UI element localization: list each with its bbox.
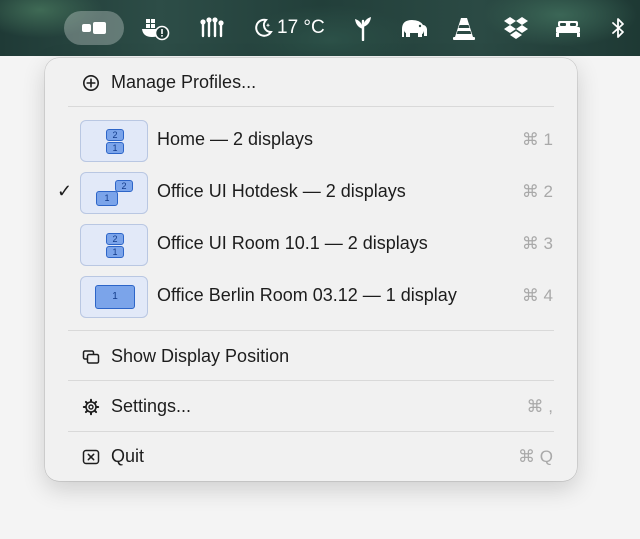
display-1: 1 xyxy=(95,285,135,309)
docker-warning-icon[interactable] xyxy=(138,0,172,56)
profile-item-home[interactable]: 2 1 Home — 2 displays ⌘ 1 xyxy=(45,116,577,168)
bluetooth-icon[interactable] xyxy=(606,0,630,56)
profile-item-office-ui-room-10-1[interactable]: 2 1 Office UI Room 10.1 — 2 displays ⌘ 3 xyxy=(45,220,577,272)
manage-profiles-label: Manage Profiles... xyxy=(111,72,257,92)
manage-profiles-item[interactable]: Manage Profiles... xyxy=(45,68,577,98)
checkmark-icon: ✓ xyxy=(57,181,73,201)
elephant-icon[interactable] xyxy=(396,0,432,56)
gear-icon xyxy=(81,397,101,417)
profile-shortcut: ⌘ 4 xyxy=(521,286,553,305)
weather-widget[interactable]: 17 °C xyxy=(252,0,326,56)
profile-shortcut: ⌘ 3 xyxy=(521,234,553,253)
weather-moon-icon xyxy=(255,18,273,37)
separator xyxy=(68,380,554,381)
weather-temperature: 17 °C xyxy=(277,17,325,38)
display-1: 1 xyxy=(106,246,124,258)
close-box-icon xyxy=(81,447,101,467)
bed-icon[interactable] xyxy=(553,0,583,56)
hand-fingers-icon[interactable] xyxy=(196,0,228,56)
profile-item-office-berlin-room-03-12[interactable]: 1 Office Berlin Room 03.12 — 1 display ⌘… xyxy=(45,272,577,324)
display-2: 2 xyxy=(106,233,124,245)
separator xyxy=(68,330,554,331)
profile-thumbnail: 2 1 xyxy=(80,224,148,266)
dropbox-icon[interactable] xyxy=(500,0,532,56)
add-circle-icon xyxy=(81,73,101,93)
profile-label: Office Berlin Room 03.12 — 1 display xyxy=(157,285,457,305)
separator xyxy=(68,106,554,107)
separator xyxy=(68,431,554,432)
display-1: 1 xyxy=(96,191,118,206)
show-display-position-label: Show Display Position xyxy=(111,346,290,366)
profile-thumbnail: 1 xyxy=(80,276,148,318)
vlc-cone-icon[interactable] xyxy=(450,0,478,56)
profile-label: Office UI Hotdesk — 2 displays xyxy=(157,181,406,201)
quit-shortcut: ⌘ Q xyxy=(518,447,553,466)
settings-item[interactable]: Settings... ⌘ , xyxy=(45,392,577,422)
profile-label: Home — 2 displays xyxy=(157,129,314,149)
menu-bar: 17 °C xyxy=(0,0,640,56)
display-1: 1 xyxy=(106,142,124,154)
display-profiles-menu: Manage Profiles... 2 1 Home — 2 displays… xyxy=(45,58,577,481)
profile-shortcut: ⌘ 2 xyxy=(521,182,553,201)
quit-label: Quit xyxy=(111,446,145,466)
display-2: 2 xyxy=(106,129,124,141)
settings-label: Settings... xyxy=(111,396,192,416)
profile-thumbnail: 2 1 xyxy=(80,172,148,214)
profile-thumbnail: 2 1 xyxy=(80,120,148,162)
quit-item[interactable]: Quit ⌘ Q xyxy=(45,442,577,472)
profile-shortcut: ⌘ 1 xyxy=(521,130,553,149)
display-2: 2 xyxy=(115,180,133,192)
display-position-icon xyxy=(81,347,101,367)
leaf-sprout-icon[interactable] xyxy=(350,0,376,56)
display-profiles-icon[interactable] xyxy=(64,0,124,56)
settings-shortcut: ⌘ , xyxy=(526,397,553,416)
profile-label: Office UI Room 10.1 — 2 displays xyxy=(157,233,428,253)
profile-item-office-ui-hotdesk[interactable]: ✓ 2 1 Office UI Hotdesk — 2 displays ⌘ 2 xyxy=(45,168,577,220)
show-display-position-item[interactable]: Show Display Position xyxy=(45,342,577,372)
